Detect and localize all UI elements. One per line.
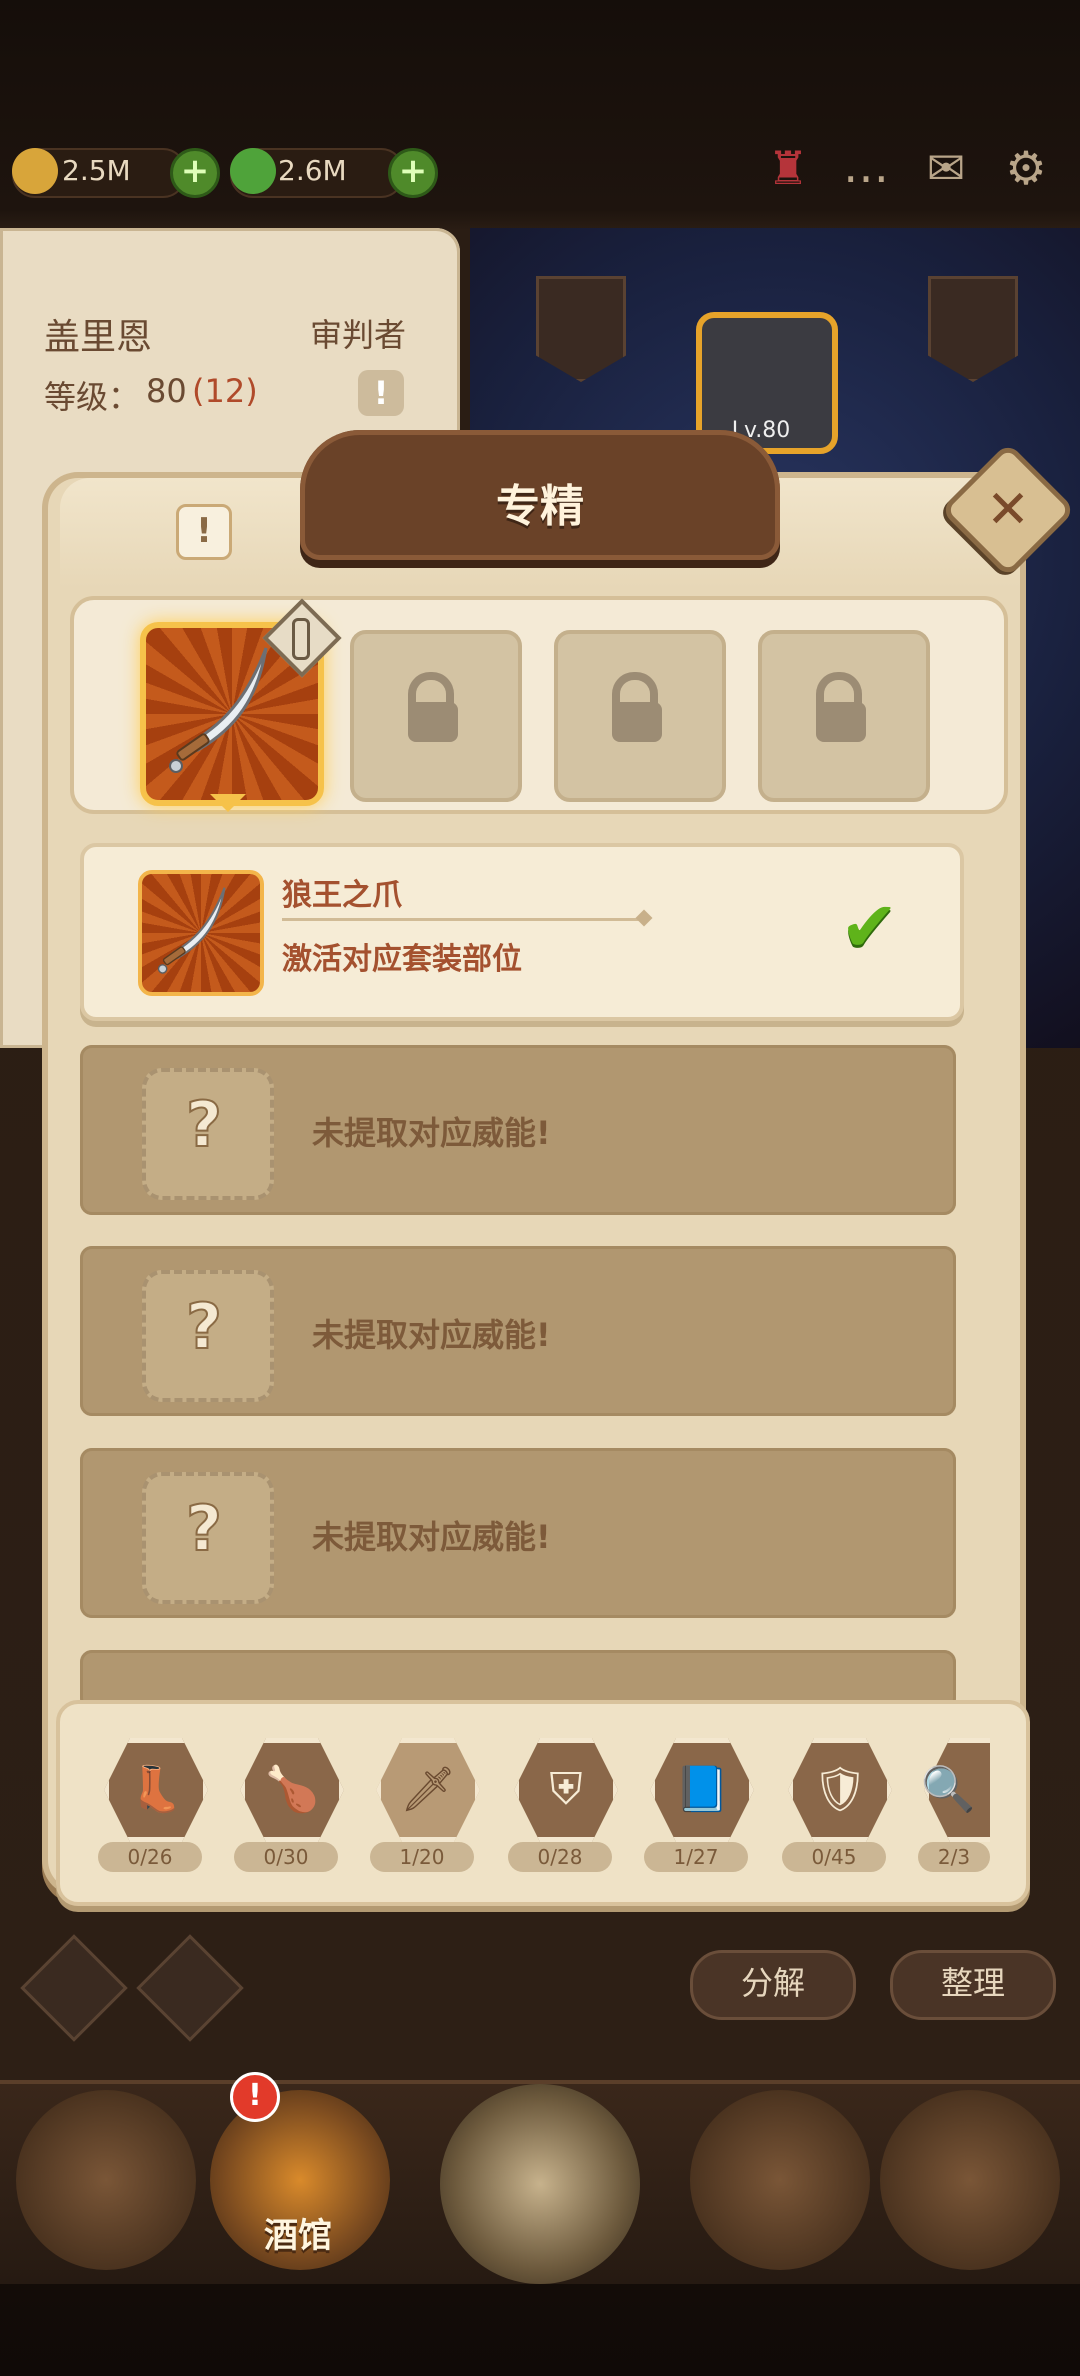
- crystal-icon: [230, 148, 276, 194]
- check-icon: ✔: [840, 886, 899, 968]
- mail-icon[interactable]: ✉: [918, 140, 974, 196]
- crystal-amount: 2.6M: [278, 154, 347, 187]
- tab-count: 2/3: [918, 1842, 990, 1872]
- armor-icon: 🛡: [812, 1764, 868, 1815]
- nav-tavern-badge: !: [230, 2072, 280, 2122]
- nav-adventure-icon[interactable]: [440, 2084, 640, 2284]
- tab-count: 0/30: [234, 1842, 338, 1872]
- nav-forge-icon[interactable]: [880, 2090, 1060, 2270]
- tab-count: 0/28: [508, 1842, 612, 1872]
- info-icon[interactable]: !: [176, 504, 232, 560]
- question-mark-icon: ?: [185, 1087, 223, 1162]
- selected-slot-pointer: [210, 794, 246, 812]
- claw-blade-icon: [138, 870, 264, 996]
- tab-count: 0/45: [782, 1842, 886, 1872]
- tab-count: 0/26: [98, 1842, 202, 1872]
- gold-coin-icon: [12, 148, 58, 194]
- drumstick-icon: 🍗: [264, 1764, 320, 1815]
- tab-count: 1/20: [370, 1842, 474, 1872]
- modal-title: 专精: [496, 481, 584, 532]
- organize-button[interactable]: 整理: [890, 1950, 1056, 2020]
- lock-icon-body: [612, 702, 662, 742]
- gear-icon[interactable]: ⚙: [998, 140, 1054, 196]
- hero-class: 审判者: [310, 316, 407, 354]
- question-mark-icon: ?: [185, 1289, 223, 1364]
- lock-icon-body: [408, 702, 458, 742]
- question-mark-icon: ?: [185, 1491, 223, 1566]
- hero-name: 盖里恩: [44, 317, 153, 358]
- locked-power-text: 未提取对应威能!: [312, 1114, 551, 1152]
- nav-shop-icon[interactable]: [690, 2090, 870, 2270]
- hero-level-bonus: (12): [192, 372, 258, 410]
- horn-icon[interactable]: ♜: [760, 140, 816, 196]
- nav-home-icon[interactable]: [16, 2090, 196, 2270]
- nav-tavern-label: 酒馆: [264, 2216, 332, 2256]
- power-name: 狼王之爪: [282, 878, 402, 913]
- hero-level-label: 等级：: [44, 378, 141, 416]
- gold-amount: 2.5M: [62, 154, 131, 187]
- locked-power-text: 未提取对应威能!: [312, 1518, 551, 1556]
- hero-level: 80: [146, 372, 187, 410]
- chat-icon[interactable]: …: [838, 138, 894, 194]
- gem-tag-mark: [292, 618, 310, 660]
- crystal-add-button[interactable]: +: [388, 148, 438, 198]
- close-icon: ✕: [986, 480, 1030, 540]
- lock-icon-body: [816, 702, 866, 742]
- decompose-button[interactable]: 分解: [690, 1950, 856, 2020]
- dagger-icon: 🗡: [400, 1764, 456, 1815]
- boot-icon: 👢: [128, 1764, 184, 1815]
- locked-power-text: 未提取对应威能!: [312, 1316, 551, 1354]
- shield-icon: ⛨: [549, 1764, 583, 1815]
- tab-count: 1/27: [644, 1842, 748, 1872]
- book-icon: 📘: [674, 1764, 730, 1815]
- divider: [282, 918, 648, 921]
- hero-info-button[interactable]: !: [358, 370, 404, 416]
- magnifier-icon: 🔍: [920, 1764, 976, 1815]
- gold-add-button[interactable]: +: [170, 148, 220, 198]
- power-description: 激活对应套装部位: [282, 942, 522, 977]
